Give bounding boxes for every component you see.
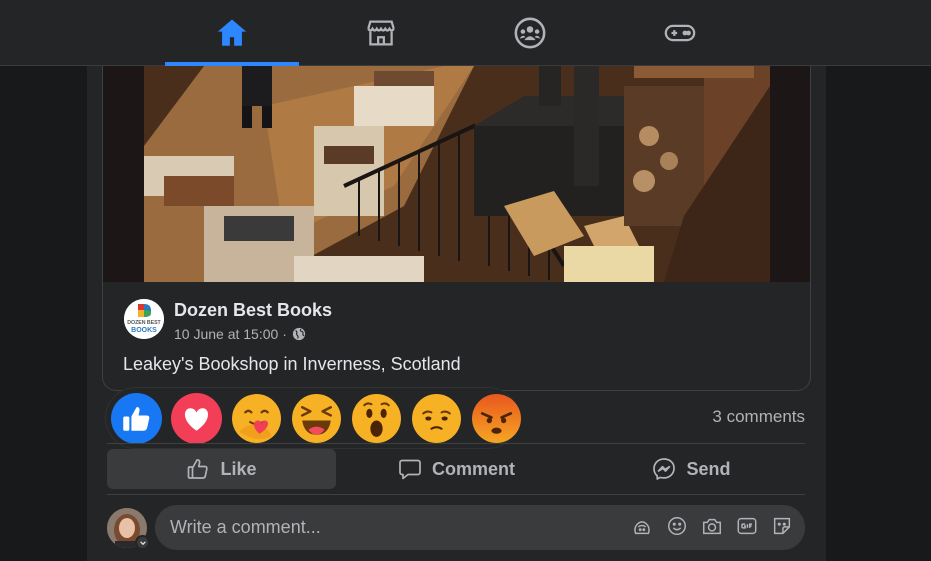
home-icon (217, 19, 247, 46)
comment-button[interactable]: Comment (340, 449, 573, 489)
globe-icon (292, 327, 305, 341)
send-label: Send (686, 458, 731, 479)
reaction-care[interactable] (231, 393, 282, 444)
divider-top (107, 443, 805, 444)
like-label: Like (220, 458, 257, 479)
tab-marketplace[interactable] (314, 0, 448, 66)
post-text: Leakey's Bookshop in Inverness, Scotland (123, 354, 461, 374)
post-meta: 10 June at 15:00 · (174, 326, 306, 342)
bookshop-photo (144, 66, 770, 282)
comment-tools (631, 515, 793, 537)
page-name[interactable]: Dozen Best Books (174, 300, 332, 321)
post-card: DOZEN BEST BOOKS Dozen Best Books 10 Jun… (102, 66, 811, 391)
groups-icon (514, 17, 546, 49)
angry-reaction-icon (472, 393, 521, 443)
divider-bottom (107, 494, 805, 495)
logo-text-bottom: BOOKS (131, 327, 157, 334)
like-reaction-icon (111, 392, 162, 444)
sticker-button[interactable] (771, 515, 793, 537)
tab-gaming[interactable] (613, 0, 747, 66)
love-reaction-icon (171, 392, 222, 444)
haha-reaction-icon (292, 393, 341, 443)
like-button[interactable]: Like (107, 449, 336, 489)
emoji-icon (668, 517, 686, 535)
messenger-icon (653, 458, 676, 480)
avatar-sticker-button[interactable] (631, 515, 653, 537)
chevron-down-icon (139, 540, 146, 545)
reaction-wow[interactable] (351, 393, 402, 444)
reaction-love[interactable] (171, 392, 222, 444)
avatar-menu-badge[interactable] (135, 535, 150, 550)
dozen-best-books-logo: DOZEN BEST BOOKS (124, 299, 164, 339)
comment-box (155, 505, 805, 550)
avatar-sticker-icon (634, 521, 650, 535)
comment-input[interactable] (170, 505, 610, 550)
post-image[interactable] (103, 66, 810, 282)
speech-bubble-icon (399, 459, 421, 480)
sticker-icon (773, 517, 791, 535)
wow-reaction-icon (352, 393, 401, 443)
camera-icon (703, 518, 721, 535)
post-timestamp[interactable]: 10 June at 15:00 · (174, 326, 287, 342)
emoji-button[interactable] (666, 515, 688, 537)
tab-home[interactable] (165, 0, 299, 66)
comment-label: Comment (431, 458, 515, 479)
send-button[interactable]: Send (578, 449, 805, 489)
reaction-sad[interactable] (411, 393, 462, 444)
logo-text-top: DOZEN BEST (127, 320, 161, 326)
thumbs-up-icon (188, 459, 209, 479)
comments-count[interactable]: 3 comments (712, 407, 805, 427)
reaction-haha[interactable] (291, 393, 342, 444)
care-reaction-icon (232, 393, 281, 443)
gif-button[interactable] (736, 515, 758, 537)
reaction-like[interactable] (111, 392, 162, 444)
camera-button[interactable] (701, 515, 723, 537)
top-navigation (0, 0, 931, 66)
gamepad-icon (664, 24, 696, 42)
reactions-picker (105, 387, 522, 449)
storefront-icon (367, 20, 395, 46)
gif-icon (737, 517, 757, 535)
tab-groups[interactable] (463, 0, 597, 66)
reaction-angry[interactable] (471, 393, 522, 444)
page-avatar[interactable]: DOZEN BEST BOOKS (124, 299, 164, 339)
sad-reaction-icon (412, 393, 461, 443)
